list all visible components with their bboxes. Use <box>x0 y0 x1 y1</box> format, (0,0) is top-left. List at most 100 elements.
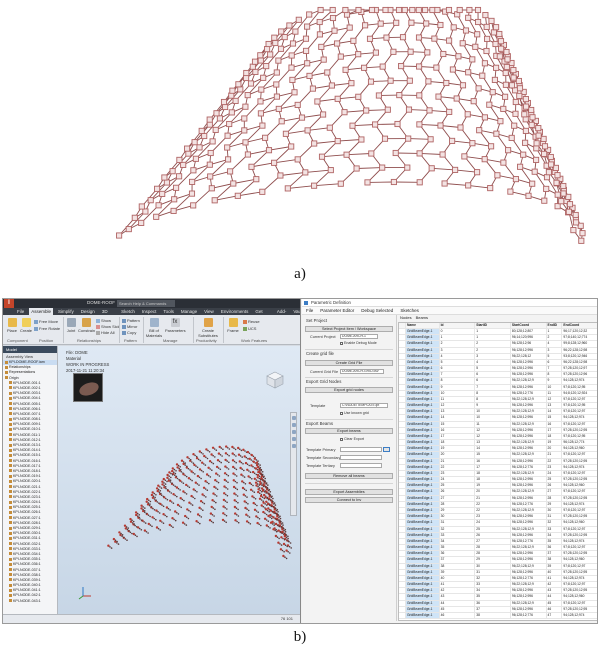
row-selector[interactable] <box>399 489 406 495</box>
help-search-input[interactable]: Search Help & Commands <box>117 300 175 307</box>
template-secondary-field[interactable] <box>340 455 382 460</box>
bill-of-materials-button[interactable]: Bill of Materials <box>145 318 163 338</box>
ucs-button[interactable]: UCS <box>243 326 256 331</box>
row-selector[interactable] <box>399 594 406 600</box>
create-substitutes-button[interactable]: Create Substitutes <box>197 318 219 338</box>
use-known-grid-checkbox[interactable]: Use known grid <box>340 411 369 415</box>
row-selector[interactable] <box>399 353 406 359</box>
browse-primary-button[interactable] <box>383 447 390 452</box>
row-selector[interactable] <box>399 501 406 507</box>
ribbon-tab-3d-model[interactable]: 3D Model <box>100 308 116 321</box>
inventor-logo-icon[interactable]: I <box>4 299 14 308</box>
ribbon-tab-vault[interactable]: Vault <box>291 308 300 315</box>
joint-button[interactable]: Joint <box>65 318 77 333</box>
row-selector[interactable] <box>399 507 406 514</box>
hide-all-button[interactable]: Hide All <box>96 330 115 335</box>
row-selector[interactable] <box>399 483 406 489</box>
ribbon-tab-environments[interactable]: Environments <box>219 308 251 315</box>
show-sick-button[interactable]: Show Sick <box>96 324 120 329</box>
row-selector[interactable] <box>399 415 406 421</box>
ribbon-tab-assemble[interactable]: Assemble <box>29 308 54 315</box>
row-selector[interactable] <box>399 433 406 440</box>
column-header[interactable]: EndCoord <box>562 323 597 328</box>
row-selector[interactable] <box>399 575 406 582</box>
row-selector[interactable] <box>399 396 406 403</box>
row-selector[interactable] <box>399 427 406 433</box>
parameters-button[interactable]: fx Parameters <box>165 318 186 333</box>
row-selector[interactable] <box>399 520 406 526</box>
row-selector[interactable] <box>399 452 406 458</box>
row-selector[interactable] <box>399 366 406 372</box>
row-selector[interactable] <box>399 477 406 483</box>
row-selector[interactable] <box>399 545 406 551</box>
ribbon-tab-tools[interactable]: Tools <box>161 308 176 315</box>
current-grid-field[interactable]: DOME-ARCH-GRID.csv <box>340 369 384 374</box>
grid-tab-nodes[interactable]: Nodes <box>400 315 412 321</box>
row-selector[interactable] <box>399 563 406 569</box>
row-selector[interactable] <box>399 538 406 545</box>
constrain-button[interactable]: Constrain <box>78 318 95 333</box>
ribbon-tab-design[interactable]: Design <box>79 308 97 315</box>
browser-view-selector[interactable]: Assembly View <box>3 353 57 360</box>
export-beams-button[interactable]: Export beams <box>305 428 393 434</box>
row-selector[interactable] <box>399 569 406 575</box>
row-selector[interactable] <box>399 372 406 378</box>
export-nodes-button[interactable]: Export grid nodes <box>305 387 393 393</box>
pattern-button[interactable]: Pattern <box>122 318 140 323</box>
row-selector[interactable] <box>399 347 406 353</box>
mirror-button[interactable]: Mirror <box>122 324 137 329</box>
row-selector[interactable] <box>399 588 406 594</box>
row-selector[interactable] <box>399 341 406 347</box>
clear-export-checkbox[interactable]: Clear Export <box>340 437 364 441</box>
row-selector[interactable] <box>399 470 406 477</box>
frame-button[interactable]: Frame <box>227 318 239 333</box>
ribbon-tab-add-ins[interactable]: Add-ins <box>275 308 289 321</box>
column-header[interactable] <box>399 323 406 328</box>
template-tertiary-field[interactable] <box>340 463 382 468</box>
column-header[interactable]: Id <box>440 323 476 328</box>
row-selector[interactable] <box>399 600 406 606</box>
menu-item-file[interactable]: File <box>306 307 313 314</box>
row-selector[interactable] <box>399 514 406 520</box>
enable-debug-checkbox[interactable]: Enable Debug Mode <box>340 341 377 345</box>
menu-item-debug-selected[interactable]: Debug Selected <box>361 307 393 314</box>
row-selector[interactable] <box>399 421 406 427</box>
column-header[interactable]: EndID <box>547 323 563 328</box>
remove-beams-button[interactable]: Remove all beams <box>305 473 393 479</box>
row-selector[interactable] <box>399 606 406 612</box>
ribbon-tab-inspect[interactable]: Inspect <box>140 308 159 315</box>
row-selector[interactable] <box>399 464 406 470</box>
ribbon-tab-view[interactable]: View <box>202 308 216 315</box>
menu-item-parameter-editor[interactable]: Parameter Editor <box>320 307 354 314</box>
row-selector[interactable] <box>399 440 406 446</box>
ribbon-tab-get-started[interactable]: Get Started <box>253 308 272 321</box>
row-selector[interactable] <box>399 403 406 409</box>
ribbon-tab-manage[interactable]: Manage <box>179 308 199 315</box>
reuse-button[interactable]: Reuse <box>243 319 260 324</box>
row-selector[interactable] <box>399 495 406 501</box>
free-rotate-button[interactable]: Free Rotate <box>34 326 60 331</box>
copy-button[interactable]: Copy <box>122 330 136 335</box>
free-move-button[interactable]: Free Move <box>34 319 58 324</box>
column-header[interactable]: Name <box>405 323 440 328</box>
template-primary-field[interactable] <box>340 447 382 452</box>
row-selector[interactable] <box>399 612 406 619</box>
row-selector[interactable] <box>399 551 406 557</box>
row-selector[interactable] <box>399 390 406 396</box>
current-project-field[interactable]: DOME-ARCH-1 <box>340 334 378 339</box>
show-button[interactable]: Show <box>96 318 111 323</box>
ribbon-tab-sketch[interactable]: Sketch <box>119 308 137 315</box>
table-row[interactable]: GridBeamEdge-1 46 38 96;128;12;776 47 94;128;… <box>399 612 597 620</box>
browser-tree-item[interactable]: KPI-NODE-043:1 <box>3 599 57 604</box>
row-selector[interactable] <box>399 409 406 415</box>
grid-tab-beams[interactable]: Beams <box>416 315 428 321</box>
row-selector[interactable] <box>399 557 406 563</box>
row-selector[interactable] <box>399 329 406 335</box>
ribbon-tab-file[interactable]: File <box>15 308 26 315</box>
create-grid-button[interactable]: Create Grid File <box>305 360 393 366</box>
row-selector[interactable] <box>399 582 406 588</box>
row-selector[interactable] <box>399 378 406 384</box>
column-header[interactable]: StartCoord <box>511 323 547 328</box>
template-field[interactable]: C:\NODE\TEMPLATE.ipt <box>340 403 388 408</box>
select-project-button[interactable]: Select Project Item / Workspace <box>305 326 393 332</box>
